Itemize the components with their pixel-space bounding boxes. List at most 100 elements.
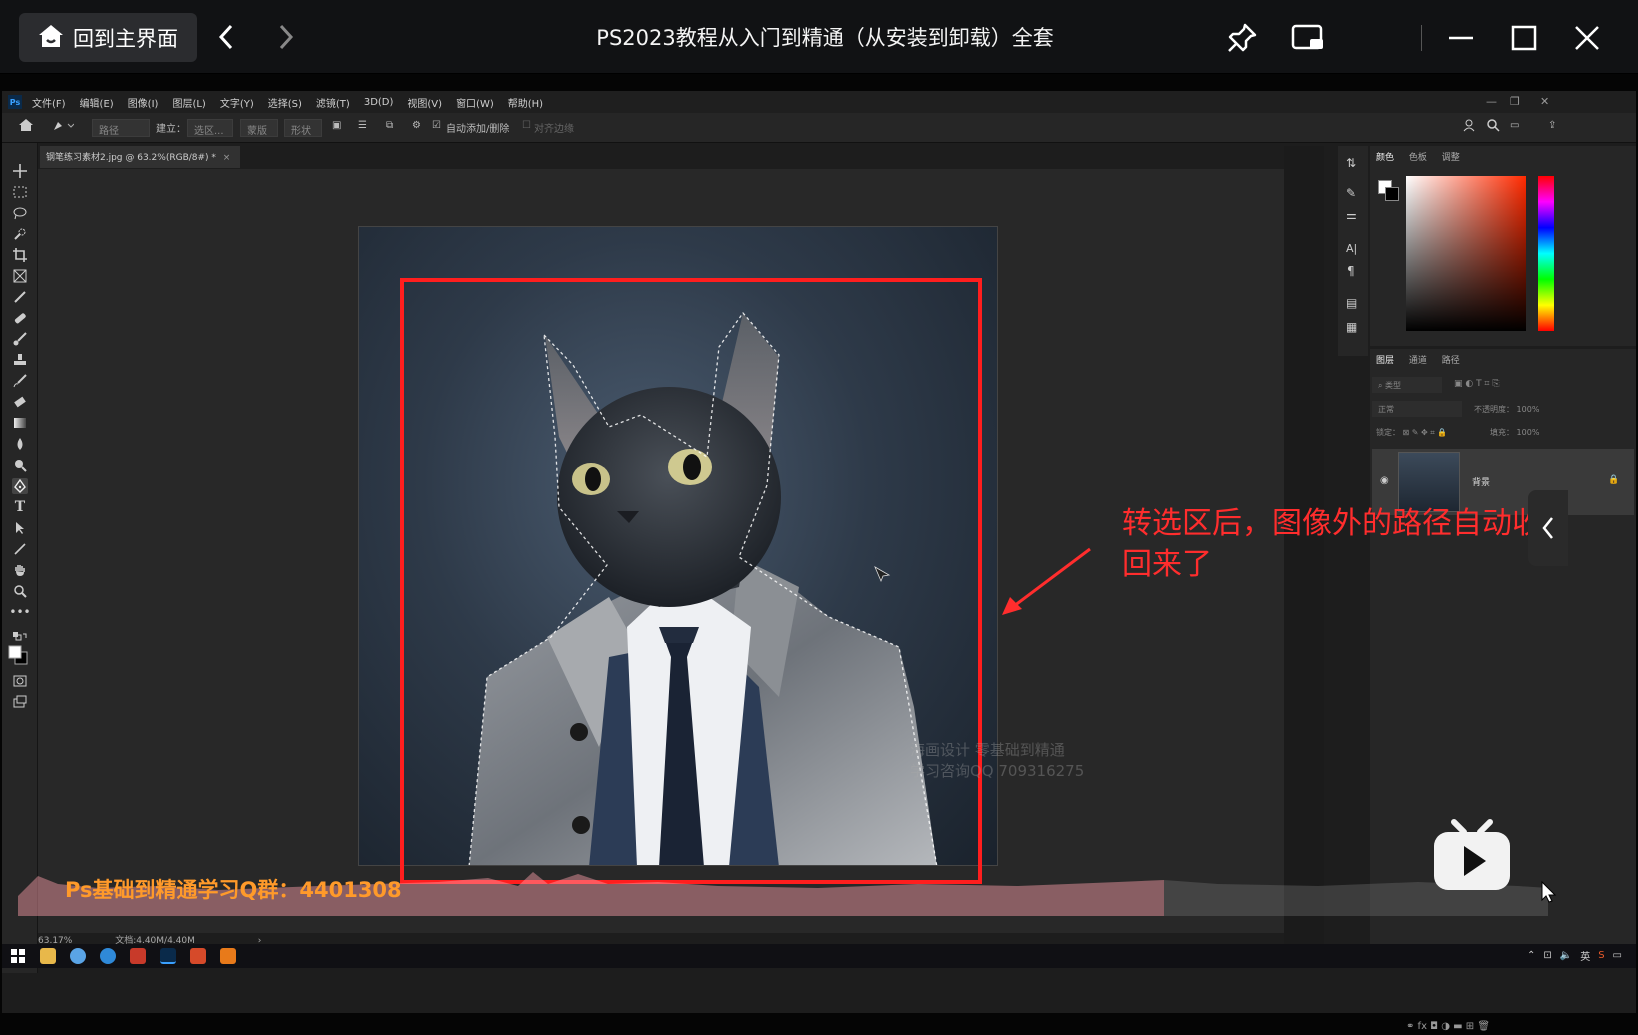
tab-paths[interactable]: 路径 [1442, 356, 1460, 366]
tab-color[interactable]: 颜色 [1376, 153, 1394, 163]
document-tab[interactable]: 钢笔练习素材2.jpg @ 63.2%(RGB/8#) * × [40, 146, 240, 168]
media-player-icon[interactable] [220, 948, 236, 964]
mini-window-icon[interactable] [1289, 19, 1327, 57]
tab-adjustments[interactable]: 调整 [1442, 153, 1460, 163]
volume-icon[interactable]: 🔈 [1560, 950, 1572, 961]
history-panel-icon[interactable]: ⇅ [1346, 156, 1356, 170]
path-operations-icon[interactable]: ▣ [332, 120, 341, 131]
history-brush-tool-icon[interactable] [12, 373, 28, 389]
file-explorer-icon[interactable] [40, 948, 56, 964]
ps-close-icon[interactable]: ✕ [1540, 95, 1549, 108]
path-selection-tool-icon[interactable] [12, 520, 28, 536]
auto-add-checkbox[interactable]: ☑ [432, 120, 441, 131]
back-icon[interactable] [210, 20, 242, 54]
pen-tool-icon[interactable] [12, 478, 28, 494]
menu-view[interactable]: 视图(V) [407, 95, 442, 110]
zoom-tool-icon[interactable] [12, 583, 28, 599]
move-tool-icon[interactable] [12, 163, 28, 179]
opacity-value[interactable]: 100% [1517, 405, 1540, 414]
layer-filter-icons[interactable]: ▣ ◐ T ⌗ ⎘ [1454, 379, 1500, 389]
screen-mode-icon[interactable] [12, 694, 28, 710]
gradient-tool-icon[interactable] [12, 415, 28, 431]
blend-mode-select[interactable]: 正常 [1372, 401, 1462, 417]
healing-brush-tool-icon[interactable] [12, 310, 28, 326]
layer-actions-icons[interactable]: ⚭ fx ◘ ◑ ▬ ⊞ 🗑 [1406, 1021, 1490, 1032]
notification-icon[interactable]: ▭ [1613, 950, 1622, 961]
line-tool-icon[interactable] [12, 541, 28, 557]
browser-icon[interactable] [70, 948, 86, 964]
close-icon[interactable] [1568, 19, 1606, 57]
pen-tool-preset-icon[interactable] [52, 118, 75, 135]
tab-channels[interactable]: 通道 [1409, 356, 1427, 366]
tab-layers[interactable]: 图层 [1376, 356, 1394, 366]
quick-mask-icon[interactable] [12, 673, 28, 689]
brush-tool-icon[interactable] [12, 331, 28, 347]
make-mask-button[interactable]: 蒙版 [240, 119, 278, 137]
maximize-icon[interactable] [1505, 19, 1543, 57]
collapse-sidebar-button[interactable] [1528, 490, 1568, 566]
color-picker-field[interactable] [1406, 176, 1526, 331]
hue-slider[interactable] [1538, 176, 1554, 331]
share-icon[interactable]: ⇪ [1548, 120, 1556, 131]
background-color-swatch[interactable] [1385, 187, 1399, 201]
ime-indicator[interactable]: 英 [1580, 948, 1590, 963]
align-edges-checkbox[interactable]: ☐ [522, 120, 531, 131]
menu-select[interactable]: 选择(S) [268, 95, 302, 110]
properties-panel-icon[interactable]: ▦ [1346, 320, 1357, 334]
blur-tool-icon[interactable] [12, 436, 28, 452]
menu-help[interactable]: 帮助(H) [508, 95, 543, 110]
path-alignment-icon[interactable]: ☰ [358, 120, 367, 131]
more-tools-icon[interactable]: ••• [9, 604, 30, 620]
menu-window[interactable]: 窗口(W) [456, 95, 494, 110]
qq-browser-icon[interactable] [100, 948, 116, 964]
brush-settings-icon[interactable]: ✎ [1346, 186, 1356, 200]
quick-select-tool-icon[interactable] [12, 226, 28, 242]
wps-icon[interactable] [190, 948, 206, 964]
menu-edit[interactable]: 编辑(E) [80, 95, 114, 110]
layer-kind-filter[interactable]: ⌕ 类型 [1372, 377, 1442, 393]
fill-value[interactable]: 100% [1517, 428, 1540, 437]
start-menu-icon[interactable] [10, 948, 26, 964]
minimize-icon[interactable] [1442, 19, 1480, 57]
share-people-icon[interactable] [1462, 118, 1476, 135]
type-tool-icon[interactable]: T [12, 499, 28, 515]
menu-type[interactable]: 文字(Y) [220, 95, 254, 110]
tab-swatches[interactable]: 色板 [1409, 153, 1427, 163]
paragraph-panel-icon[interactable]: ¶ [1347, 264, 1355, 278]
fg-bg-color-swatch[interactable] [8, 645, 28, 665]
menu-3d[interactable]: 3D(D) [364, 97, 394, 108]
settings-gear-icon[interactable]: ⚙ [412, 120, 421, 131]
make-shape-button[interactable]: 形状 [284, 119, 322, 137]
eyedropper-tool-icon[interactable] [12, 289, 28, 305]
app-icon[interactable] [130, 948, 146, 964]
forward-icon[interactable] [270, 20, 302, 54]
ps-home-icon[interactable] [18, 118, 34, 135]
stamp-tool-icon[interactable] [12, 352, 28, 368]
menu-filter[interactable]: 滤镜(T) [316, 95, 350, 110]
character-panel-icon[interactable]: A| [1346, 242, 1357, 255]
adjustments-panel-icon[interactable]: ⚌ [1346, 208, 1357, 222]
lasso-tool-icon[interactable] [12, 205, 28, 221]
tray-expand-icon[interactable]: ⌃ [1527, 950, 1535, 961]
network-icon[interactable]: ⊡ [1543, 950, 1551, 961]
hand-tool-icon[interactable] [12, 562, 28, 578]
ps-minimize-icon[interactable]: — [1486, 95, 1497, 108]
menu-layer[interactable]: 图层(L) [172, 95, 205, 110]
eraser-tool-icon[interactable] [12, 394, 28, 410]
photoshop-taskbar-icon[interactable] [160, 948, 176, 964]
menu-image[interactable]: 图像(I) [128, 95, 159, 110]
frame-tool-icon[interactable] [12, 268, 28, 284]
marquee-tool-icon[interactable] [12, 184, 28, 200]
crop-tool-icon[interactable] [12, 247, 28, 263]
libraries-panel-icon[interactable]: ▤ [1346, 296, 1357, 310]
default-colors-icon[interactable] [12, 629, 28, 645]
home-button[interactable]: 回到主界面 [19, 13, 197, 62]
make-selection-button[interactable]: 选区... [187, 119, 233, 137]
ps-restore-icon[interactable]: ❐ [1510, 95, 1520, 108]
search-icon[interactable] [1486, 118, 1500, 135]
dodge-tool-icon[interactable] [12, 457, 28, 473]
document-tab-close-icon[interactable]: × [223, 153, 231, 163]
path-mode-select[interactable]: 路径 [92, 119, 150, 137]
layer-visibility-eye-icon[interactable]: ◉ [1380, 475, 1389, 486]
workspace-icon[interactable]: ▭ [1510, 120, 1519, 131]
